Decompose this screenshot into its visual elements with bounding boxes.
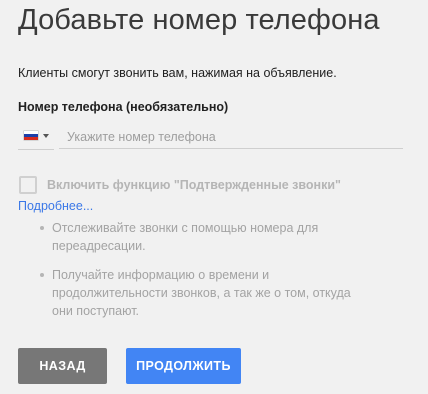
call-verification-checkbox[interactable] <box>19 176 37 194</box>
phone-field-label: Номер телефона (необязательно) <box>18 100 229 114</box>
call-verification-label: Включить функцию "Подтвержденные звонки" <box>47 178 341 192</box>
bullet-icon <box>40 273 44 277</box>
list-item-text: Получайте информацию о времени и продолж… <box>52 268 351 318</box>
chevron-down-icon <box>43 134 49 138</box>
feature-list: Отслеживайте звонки с помощью номера для… <box>40 219 372 331</box>
list-item-text: Отслеживайте звонки с помощью номера для… <box>52 221 319 253</box>
page-title: Добавьте номер телефона <box>18 4 380 36</box>
page-subtitle: Клиенты смогут звонить вам, нажимая на о… <box>18 66 337 80</box>
country-code-dropdown[interactable] <box>18 125 54 150</box>
learn-more-link[interactable]: Подробнее... <box>18 199 93 213</box>
russia-flag-icon <box>24 131 38 140</box>
phone-number-input[interactable] <box>59 125 403 149</box>
back-button[interactable]: НАЗАД <box>18 348 107 384</box>
bullet-icon <box>40 226 44 230</box>
list-item: Получайте информацию о времени и продолж… <box>40 266 372 320</box>
list-item: Отслеживайте звонки с помощью номера для… <box>40 219 372 255</box>
continue-button[interactable]: ПРОДОЛЖИТЬ <box>126 348 241 384</box>
